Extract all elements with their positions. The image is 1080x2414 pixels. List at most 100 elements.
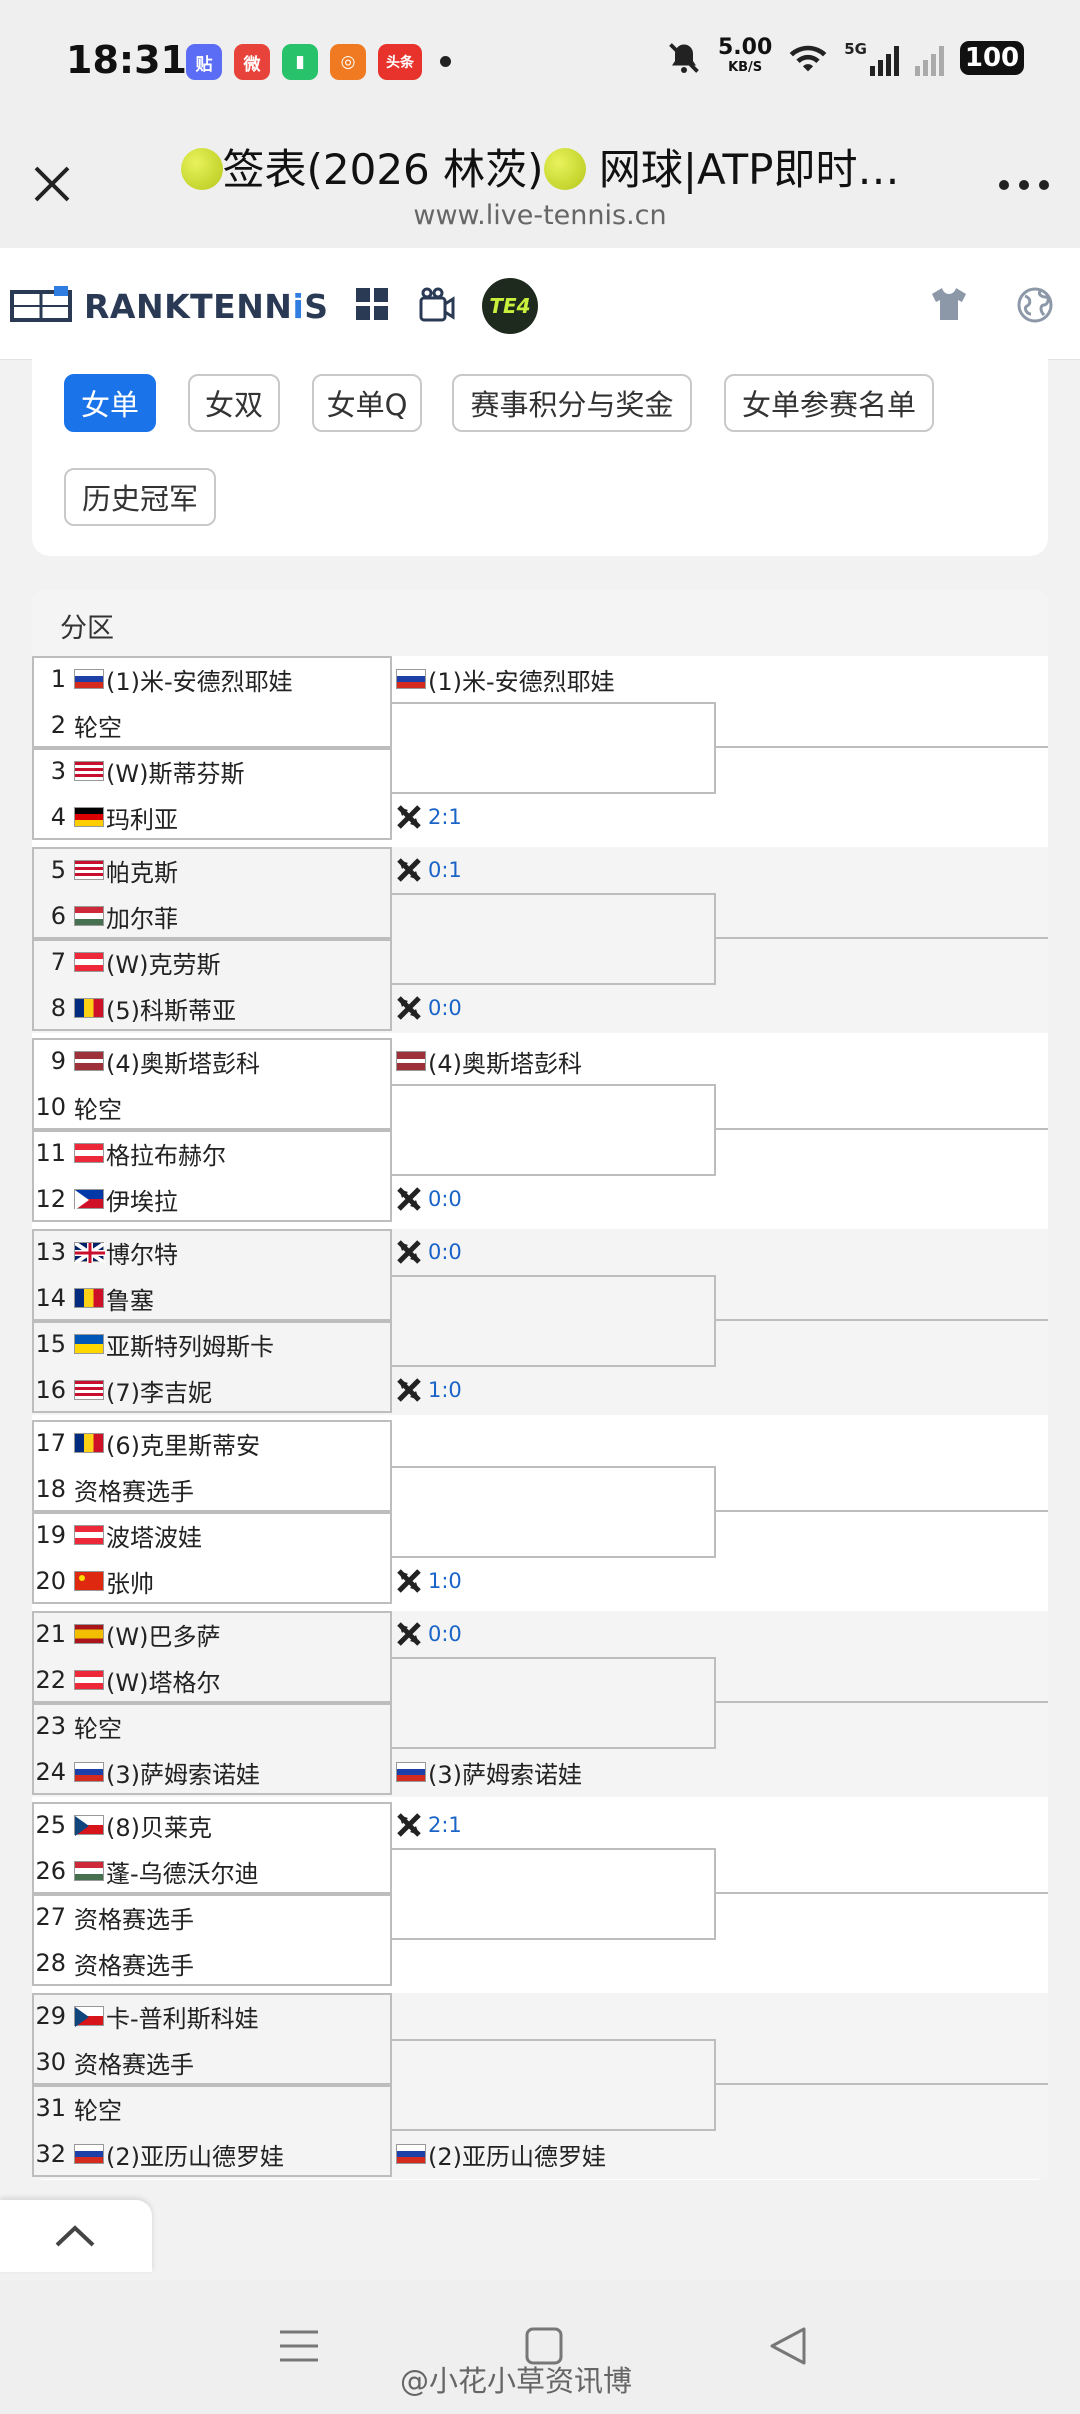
- back-to-top-button[interactable]: [0, 2200, 152, 2272]
- player-name: 轮空: [74, 1095, 122, 1124]
- match-score[interactable]: 0:0: [428, 1240, 462, 1264]
- player-name: 张帅: [106, 1569, 154, 1598]
- player-row[interactable]: 22 (W)塔格尔: [32, 1657, 392, 1703]
- draw-position: 19: [35, 1521, 66, 1549]
- menu-icon[interactable]: [278, 2328, 320, 2364]
- round2-slot[interactable]: 0:0: [392, 1176, 462, 1222]
- round2-bracket: [392, 1657, 716, 1749]
- draw-position: 5: [50, 856, 66, 884]
- player-row[interactable]: 25 (8)贝莱克: [32, 1802, 392, 1848]
- round2-slot[interactable]: (4)奥斯塔彭科: [392, 1038, 582, 1084]
- player-name: 轮空: [74, 1714, 122, 1743]
- flag-es-icon: [74, 1624, 104, 1644]
- player-row[interactable]: 13 博尔特: [32, 1229, 392, 1275]
- draw-position: 25: [35, 1811, 66, 1839]
- player-row[interactable]: 12 伊埃拉: [32, 1176, 392, 1222]
- player-row[interactable]: 17 (6)克里斯蒂安: [32, 1420, 392, 1466]
- player-row[interactable]: 9 (4)奥斯塔彭科: [32, 1038, 392, 1084]
- player-row[interactable]: 32 (2)亚历山德罗娃: [32, 2131, 392, 2177]
- chevron-up-icon: [55, 2225, 95, 2247]
- player-row[interactable]: 10 轮空: [32, 1084, 392, 1130]
- match-score[interactable]: 1:0: [428, 1569, 462, 1593]
- player-row[interactable]: 15 亚斯特列姆斯卡: [32, 1321, 392, 1367]
- battery-indicator: 100: [960, 41, 1024, 75]
- player-row[interactable]: 16 (7)李吉妮: [32, 1367, 392, 1413]
- tab-points-prize[interactable]: 赛事积分与奖金: [452, 374, 692, 432]
- player-name: (4)奥斯塔彭科: [106, 1049, 260, 1078]
- player-row[interactable]: 2 轮空: [32, 702, 392, 748]
- player-row[interactable]: 7 (W)克劳斯: [32, 939, 392, 985]
- player-row[interactable]: 11 格拉布赫尔: [32, 1130, 392, 1176]
- round2-slot[interactable]: 2:1: [392, 794, 462, 840]
- round2-slot[interactable]: (2)亚历山德罗娃: [392, 2131, 606, 2177]
- match-icon: [397, 1622, 421, 1646]
- round2-slot[interactable]: 1:0: [392, 1367, 462, 1413]
- tab-womens-qualifying[interactable]: 女单Q: [312, 374, 422, 432]
- match-score[interactable]: 0:1: [428, 858, 462, 882]
- round2-slot[interactable]: (3)萨姆索诺娃: [392, 1749, 582, 1795]
- player-name: (W)巴多萨: [106, 1622, 221, 1651]
- player-row[interactable]: 3 (W)斯蒂芬斯: [32, 748, 392, 794]
- match-score[interactable]: 0:0: [428, 1187, 462, 1211]
- grid-icon[interactable]: [354, 286, 390, 322]
- tab-entry-list[interactable]: 女单参赛名单: [724, 374, 934, 432]
- round2-slot[interactable]: (1)米-安德烈耶娃: [392, 656, 615, 702]
- player-row[interactable]: 24 (3)萨姆索诺娃: [32, 1749, 392, 1795]
- match-score[interactable]: 2:1: [428, 1813, 462, 1837]
- player-row[interactable]: 5 帕克斯: [32, 847, 392, 893]
- player-row[interactable]: 31 轮空: [32, 2085, 392, 2131]
- player-row[interactable]: 1 (1)米-安德烈耶娃: [32, 656, 392, 702]
- player-row[interactable]: 29 卡-普利斯科娃: [32, 1993, 392, 2039]
- shirt-icon[interactable]: [930, 286, 968, 322]
- flag-at-icon: [74, 1525, 104, 1545]
- draw-position: 21: [35, 1620, 66, 1648]
- back-icon[interactable]: [768, 2326, 808, 2366]
- match-score[interactable]: 1:0: [428, 1378, 462, 1402]
- player-row[interactable]: 23 轮空: [32, 1703, 392, 1749]
- globe-icon[interactable]: [1016, 286, 1054, 324]
- round2-bracket: [392, 702, 716, 794]
- round2-slot[interactable]: [392, 1993, 396, 2039]
- round2-slot[interactable]: 1:0: [392, 1558, 462, 1604]
- draw-header: 分区: [32, 590, 1048, 656]
- player-name: 蓬-乌德沃尔迪: [106, 1859, 259, 1888]
- player-row[interactable]: 27 资格赛选手: [32, 1894, 392, 1940]
- player-name: (7)李吉妮: [106, 1378, 212, 1407]
- player-row[interactable]: 30 资格赛选手: [32, 2039, 392, 2085]
- player-row[interactable]: 6 加尔菲: [32, 893, 392, 939]
- draw-section: 1 (1)米-安德烈耶娃 2 轮空 3 (W)斯蒂芬斯 4 玛利亚 (1)米-安德烈耶娃 2:1: [32, 656, 1048, 842]
- player-row[interactable]: 21 (W)巴多萨: [32, 1611, 392, 1657]
- round2-slot[interactable]: [392, 1420, 396, 1466]
- match-score[interactable]: 2:1: [428, 805, 462, 829]
- tab-womens-singles[interactable]: 女单: [64, 374, 156, 432]
- tab-womens-doubles[interactable]: 女双: [188, 374, 280, 432]
- notification-app-icon: ▮: [282, 44, 318, 80]
- te4-icon[interactable]: TE4: [482, 278, 538, 334]
- player-row[interactable]: 14 鲁塞: [32, 1275, 392, 1321]
- round2-slot[interactable]: 0:0: [392, 1611, 462, 1657]
- match-score[interactable]: 0:0: [428, 1622, 462, 1646]
- site-logo[interactable]: RANKTENNiS: [10, 286, 329, 326]
- round2-slot[interactable]: 0:0: [392, 1229, 462, 1275]
- flag-gb-icon: [74, 1242, 105, 1263]
- player-name: 格拉布赫尔: [106, 1141, 226, 1170]
- player-row[interactable]: 19 波塔波娃: [32, 1512, 392, 1558]
- round2-slot[interactable]: 2:1: [392, 1802, 462, 1848]
- round2-slot[interactable]: 0:1: [392, 847, 462, 893]
- player-row[interactable]: 26 蓬-乌德沃尔迪: [32, 1848, 392, 1894]
- player-row[interactable]: 20 张帅: [32, 1558, 392, 1604]
- video-icon[interactable]: [418, 286, 456, 324]
- player-row[interactable]: 18 资格赛选手: [32, 1466, 392, 1512]
- draw-position: 22: [35, 1666, 66, 1694]
- round2-slot[interactable]: 0:0: [392, 985, 462, 1031]
- player-row[interactable]: 4 玛利亚: [32, 794, 392, 840]
- round2-slot[interactable]: [392, 1940, 396, 1986]
- match-score[interactable]: 0:0: [428, 996, 462, 1020]
- network-speed: 5.00 KB/S: [717, 35, 773, 76]
- tab-past-champions[interactable]: 历史冠军: [64, 468, 216, 526]
- close-icon[interactable]: [24, 156, 80, 212]
- player-row[interactable]: 28 资格赛选手: [32, 1940, 392, 1986]
- flag-us-icon: [74, 1380, 104, 1400]
- more-options-icon[interactable]: [994, 170, 1054, 200]
- player-row[interactable]: 8 (5)科斯蒂亚: [32, 985, 392, 1031]
